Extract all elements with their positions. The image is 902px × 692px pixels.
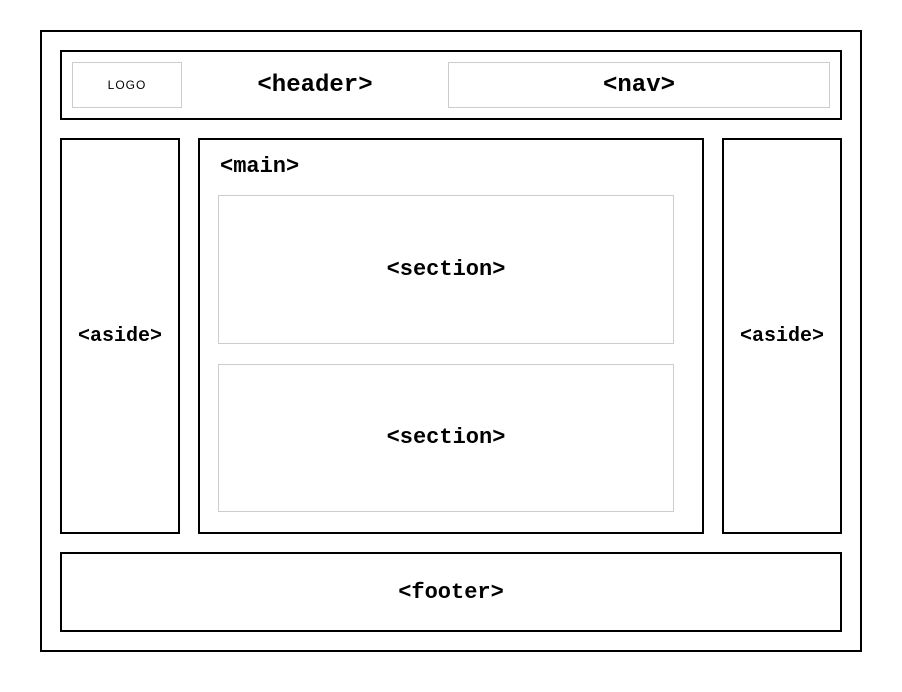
footer-region: <footer> xyxy=(60,552,842,632)
nav-region: <nav> xyxy=(448,62,830,108)
main-tag-label: <main> xyxy=(218,154,674,179)
layout-wireframe: LOGO <header> <nav> <aside> <main> <sect… xyxy=(40,30,862,652)
section-tag-label: <section> xyxy=(387,257,506,282)
section-region: <section> xyxy=(218,195,674,344)
aside-left-tag-label: <aside> xyxy=(78,325,162,348)
middle-row: <aside> <main> <section> <section> <asid… xyxy=(60,138,842,534)
section-tag-label: <section> xyxy=(387,425,506,450)
sections-container: <section> <section> xyxy=(218,195,674,512)
footer-tag-label: <footer> xyxy=(398,580,504,605)
aside-right-region: <aside> xyxy=(722,138,842,534)
aside-left-region: <aside> xyxy=(60,138,180,534)
section-region: <section> xyxy=(218,364,674,513)
logo-text: LOGO xyxy=(108,78,147,92)
aside-right-tag-label: <aside> xyxy=(740,325,824,348)
nav-tag-label: <nav> xyxy=(603,72,675,99)
logo-placeholder: LOGO xyxy=(72,62,182,108)
header-region: LOGO <header> <nav> xyxy=(60,50,842,120)
header-tag-label: <header> xyxy=(190,72,440,99)
main-region: <main> <section> <section> xyxy=(198,138,704,534)
